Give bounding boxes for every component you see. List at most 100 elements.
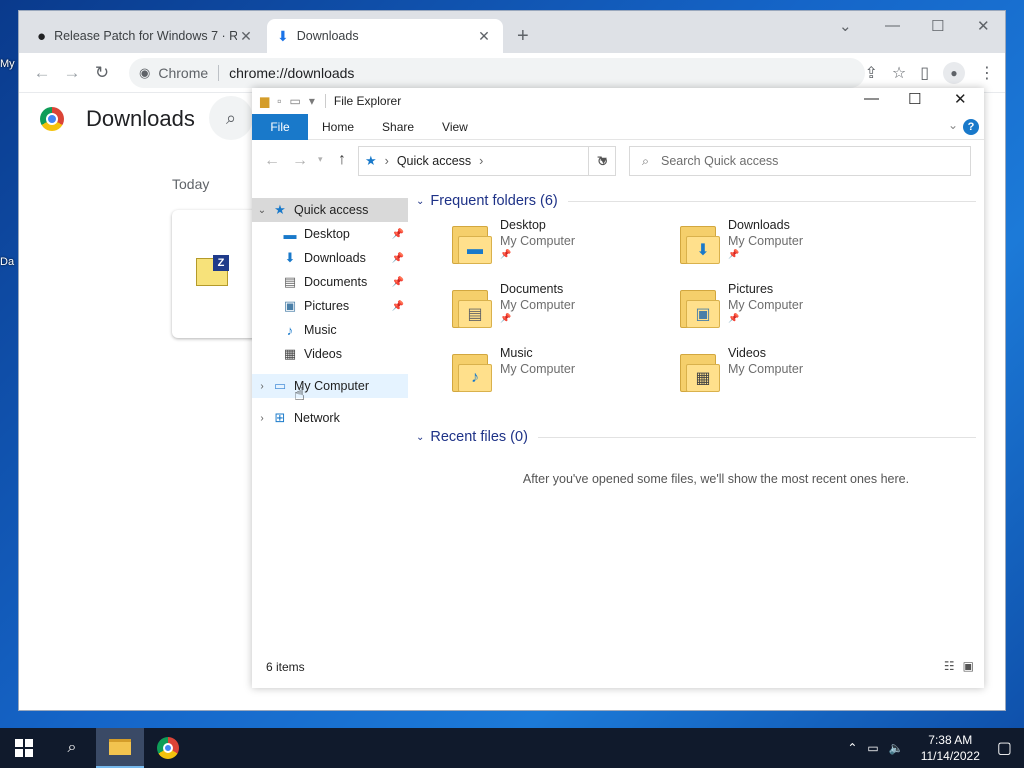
share-icon[interactable]: ⇪: [864, 63, 877, 83]
tab-title: Release Patch for Windows 7 · Re: [54, 29, 237, 43]
pictures-icon: ▣: [283, 298, 297, 313]
breadcrumb-separator: ›: [479, 154, 484, 168]
folder-location: My Computer: [500, 362, 576, 376]
nav-item-documents[interactable]: ▤ Documents 📌: [252, 270, 408, 294]
nav-item-pictures[interactable]: ▣ Pictures 📌: [252, 294, 408, 318]
nav-label: Desktop: [304, 227, 350, 241]
nav-item-network[interactable]: › ⊞ Network: [252, 406, 408, 430]
maximize-button[interactable]: ☐: [931, 17, 944, 35]
taskbar-chrome[interactable]: [144, 728, 192, 768]
mouse-cursor-icon: ☝: [294, 384, 305, 404]
frequent-folders-header[interactable]: ⌄ Frequent folders (6): [416, 188, 976, 214]
nav-label: Documents: [304, 275, 368, 289]
bookmark-star-icon[interactable]: ☆: [892, 63, 906, 83]
music-folder-icon: ♪: [452, 352, 494, 394]
reload-icon[interactable]: ↻: [87, 63, 117, 83]
navigation-pane: ⌄ ★ Quick access ▬ Desktop 📌 ⬇ Downloads…: [252, 198, 408, 430]
file-explorer-window: ▆ ▫ ▭ ▾ File Explorer — ☐ ✕ File Home Sh…: [252, 88, 984, 688]
side-panel-icon[interactable]: ▯: [920, 63, 929, 83]
show-hidden-icons-icon[interactable]: ⌃: [847, 741, 857, 755]
search-icon[interactable]: ⌕: [48, 728, 96, 768]
videos-icon: ▦: [283, 346, 297, 361]
new-folder-icon[interactable]: ▭: [290, 94, 301, 108]
content-pane: ⌄ Frequent folders (6) ▬ Desktop My Comp…: [416, 188, 976, 486]
taskbar-file-explorer[interactable]: [96, 728, 144, 768]
nav-item-quick-access[interactable]: ⌄ ★ Quick access: [252, 198, 408, 222]
tab-search-icon[interactable]: ⌄: [839, 17, 852, 35]
folder-pictures[interactable]: ▣ Pictures My Computer 📌: [680, 282, 908, 346]
address-bar[interactable]: ★ › Quick access › ▼: [358, 146, 616, 176]
search-input[interactable]: ⌕ Search Quick access: [629, 146, 971, 176]
nav-label: Music: [304, 323, 337, 337]
qat-dropdown-icon[interactable]: ▾: [309, 94, 315, 108]
folder-music[interactable]: ♪ Music My Computer: [452, 346, 680, 410]
expand-icon[interactable]: ›: [252, 413, 272, 424]
chrome-icon: [157, 737, 179, 759]
properties-icon[interactable]: ▫: [277, 94, 281, 108]
nav-label: Network: [294, 411, 340, 425]
folder-location: My Computer: [728, 362, 804, 376]
profile-avatar[interactable]: ●: [943, 62, 965, 84]
nav-item-music[interactable]: ♪ Music: [252, 318, 408, 342]
github-icon: ●: [37, 27, 47, 45]
ribbon-tab-share[interactable]: Share: [368, 114, 428, 140]
menu-icon[interactable]: ⋮: [979, 63, 995, 83]
forward-icon[interactable]: →: [292, 152, 308, 170]
folder-downloads[interactable]: ⬇ Downloads My Computer 📌: [680, 218, 908, 282]
search-icon[interactable]: ⌕: [209, 96, 253, 140]
computer-icon: ▭: [273, 378, 287, 393]
ribbon-tab-home[interactable]: Home: [308, 114, 368, 140]
folder-documents[interactable]: ▤ Documents My Computer 📌: [452, 282, 680, 346]
tab-downloads[interactable]: ⬇ Downloads ✕: [267, 19, 503, 53]
start-button[interactable]: [0, 728, 48, 768]
recent-locations-icon[interactable]: ▾: [318, 154, 323, 165]
pin-icon: 📌: [391, 252, 404, 264]
pin-icon: 📌: [391, 300, 404, 312]
close-tab-icon[interactable]: ✕: [475, 28, 493, 45]
breadcrumb-separator: ›: [384, 154, 389, 168]
tab-github[interactable]: ● Release Patch for Windows 7 · Re ✕: [27, 19, 265, 53]
back-icon[interactable]: ←: [264, 152, 280, 170]
notifications-icon[interactable]: ▢: [997, 738, 1012, 758]
back-icon[interactable]: ←: [27, 63, 57, 83]
collapse-icon[interactable]: ⌄: [252, 205, 272, 216]
expand-icon[interactable]: ›: [252, 381, 272, 392]
help-icon[interactable]: ?: [963, 119, 979, 135]
breadcrumb-quick-access[interactable]: Quick access: [397, 154, 471, 168]
maximize-button[interactable]: ☐: [908, 90, 921, 108]
downloads-header: Downloads: [40, 106, 195, 132]
refresh-icon[interactable]: ↻: [588, 146, 616, 176]
desktop-icon: ▬: [283, 226, 297, 242]
nav-item-desktop[interactable]: ▬ Desktop 📌: [252, 222, 408, 246]
recent-files-header[interactable]: ⌄ Recent files (0): [416, 424, 976, 450]
close-tab-icon[interactable]: ✕: [237, 28, 255, 45]
ribbon-tab-view[interactable]: View: [428, 114, 482, 140]
expand-ribbon-icon[interactable]: ⌄: [948, 118, 958, 132]
zip-file-icon: Z: [196, 255, 229, 286]
omnibox-url: chrome://downloads: [229, 65, 355, 81]
ribbon-tab-file[interactable]: File: [252, 113, 308, 140]
status-item-count: 6 items: [266, 660, 305, 674]
nav-item-my-computer[interactable]: › ▭ My Computer: [252, 374, 408, 398]
details-view-icon[interactable]: ☷: [944, 659, 955, 673]
pin-icon: 📌: [391, 228, 404, 240]
nav-item-videos[interactable]: ▦ Videos: [252, 342, 408, 366]
folder-desktop[interactable]: ▬ Desktop My Computer 📌: [452, 218, 680, 282]
omnibox[interactable]: ◉ Chrome chrome://downloads: [129, 58, 865, 88]
up-icon[interactable]: ↑: [338, 151, 346, 169]
minimize-button[interactable]: —: [864, 90, 879, 107]
folder-location: My Computer: [500, 234, 576, 248]
large-icons-view-icon[interactable]: ▣: [963, 659, 974, 673]
window-title: File Explorer: [324, 94, 401, 108]
close-button[interactable]: ✕: [977, 17, 990, 35]
volume-icon[interactable]: 🔈: [889, 741, 904, 755]
forward-icon[interactable]: →: [57, 63, 87, 83]
network-icon[interactable]: ▭: [867, 741, 878, 755]
folder-videos[interactable]: ▦ Videos My Computer: [680, 346, 908, 410]
minimize-button[interactable]: —: [885, 17, 900, 34]
windows-logo-icon: [15, 739, 33, 757]
nav-item-downloads[interactable]: ⬇ Downloads 📌: [252, 246, 408, 270]
close-button[interactable]: ✕: [954, 90, 967, 108]
clock[interactable]: 7:38 AM 11/14/2022: [921, 732, 980, 764]
new-tab-button[interactable]: +: [517, 25, 529, 48]
